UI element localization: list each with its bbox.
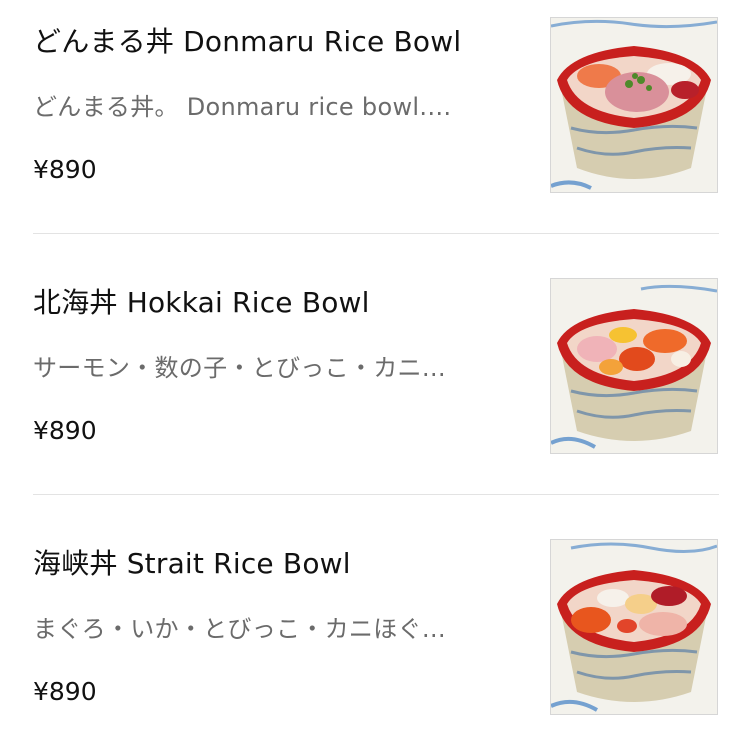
menu-item-hokkai[interactable]: 北海丼 Hokkai Rice Bowl サーモン・数の子・とびっこ・カニ… ¥… — [0, 261, 750, 493]
item-title: どんまる丼 Donmaru Rice Bowl — [33, 25, 462, 58]
item-description: どんまる丼。 Donmaru rice bowl.… — [33, 93, 452, 121]
item-title: 北海丼 Hokkai Rice Bowl — [33, 286, 370, 319]
item-description: サーモン・数の子・とびっこ・カニ… — [33, 354, 447, 382]
menu-item-donmaru[interactable]: どんまる丼 Donmaru Rice Bowl どんまる丼。 Donmaru r… — [0, 0, 750, 232]
item-title: 海峡丼 Strait Rice Bowl — [33, 547, 351, 580]
item-photo[interactable] — [550, 278, 718, 454]
rice-bowl-photo-icon — [551, 279, 717, 453]
item-price: ¥890 — [33, 416, 97, 445]
item-price: ¥890 — [33, 677, 97, 706]
rice-bowl-photo-icon — [551, 540, 717, 714]
item-description: まぐろ・いか・とびっこ・カニほぐ… — [33, 615, 447, 643]
divider — [33, 233, 719, 234]
menu-item-list: どんまる丼 Donmaru Rice Bowl どんまる丼。 Donmaru r… — [0, 0, 750, 724]
divider — [33, 494, 719, 495]
rice-bowl-photo-icon — [551, 18, 717, 192]
item-photo[interactable] — [550, 539, 718, 715]
item-price: ¥890 — [33, 155, 97, 184]
menu-item-strait[interactable]: 海峡丼 Strait Rice Bowl まぐろ・いか・とびっこ・カニほぐ… ¥… — [0, 522, 750, 754]
item-photo[interactable] — [550, 17, 718, 193]
